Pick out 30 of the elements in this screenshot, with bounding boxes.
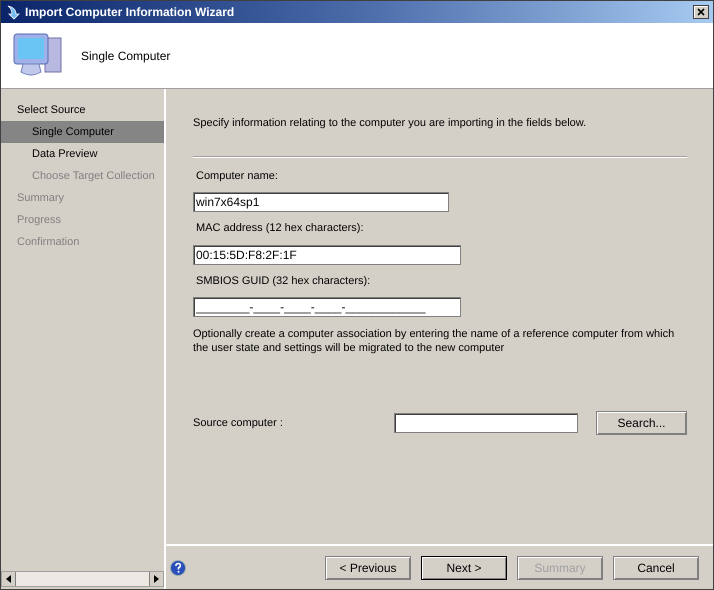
step-item: Data Preview xyxy=(31,146,98,162)
close-button[interactable] xyxy=(693,5,709,19)
step-item: Confirmation xyxy=(16,234,80,250)
step-item: Summary xyxy=(16,190,66,206)
step-item: Single Computer xyxy=(1,121,164,143)
window-title: Import Computer Information Wizard xyxy=(25,4,236,21)
left-arrow-icon xyxy=(6,575,11,583)
field-label: Computer name: xyxy=(196,168,279,184)
text-field[interactable]: ________-____-____-____-____________ xyxy=(193,297,461,317)
close-icon xyxy=(697,8,705,16)
help-icon[interactable] xyxy=(170,560,186,576)
intro-text: Specify information relating to the computer you are importing in the fields below. xyxy=(193,116,588,131)
field-label: SMBIOS GUID (32 hex characters): xyxy=(196,274,372,288)
step-item: Progress xyxy=(16,212,62,228)
text-field[interactable]: 00:15:5D:F8:2F:1F xyxy=(193,244,461,264)
step-item: Choose Target Collection xyxy=(31,168,156,184)
source-field[interactable] xyxy=(394,413,578,433)
source-label: Source computer : xyxy=(193,416,284,431)
right-arrow-icon xyxy=(154,575,159,583)
scroll-bar[interactable] xyxy=(1,571,164,587)
arrow-icon xyxy=(5,4,21,20)
search-button[interactable]: Search... xyxy=(596,411,687,435)
text-field[interactable]: win7x64sp1 xyxy=(193,192,449,212)
wizard-button[interactable]: Cancel xyxy=(613,556,699,580)
page-heading: Single Computer xyxy=(81,48,170,64)
step-item: Select Source xyxy=(16,102,86,118)
wizard-button[interactable]: < Previous xyxy=(325,556,411,580)
note-text: Optionally create a computer association by entering the name of a reference computer from which the user state and settings will be migrated to the new computer xyxy=(193,327,676,355)
field-label: MAC address (12 hex characters): xyxy=(196,221,365,236)
wizard-button[interactable]: Next > xyxy=(421,556,507,580)
